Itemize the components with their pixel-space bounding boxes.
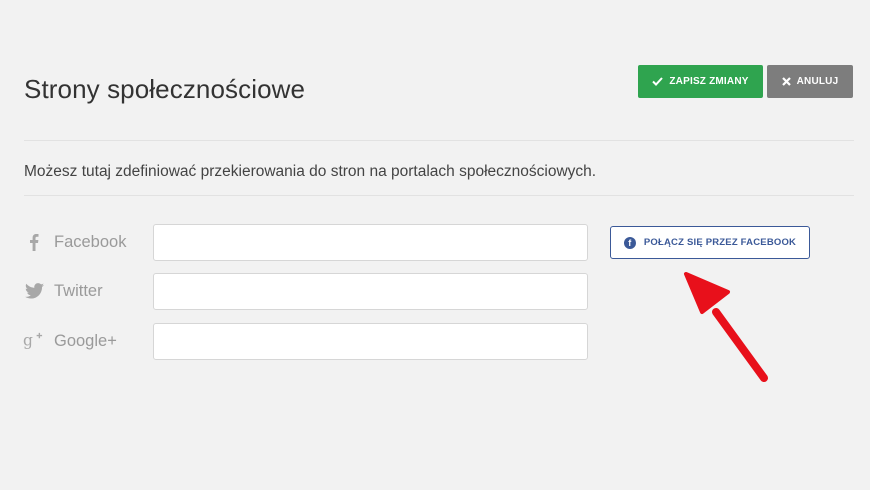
facebook-label: Facebook	[54, 233, 127, 251]
close-icon	[781, 77, 791, 86]
description-divider	[24, 195, 854, 196]
google-plus-icon: g	[23, 331, 43, 351]
twitter-row: Twitter	[24, 273, 594, 311]
description-text: Możesz tutaj zdefiniować przekierowania …	[24, 163, 597, 180]
save-button[interactable]: ZAPISZ ZMIANY	[638, 65, 763, 98]
google-plus-row: g Google+	[23, 323, 594, 361]
facebook-icon	[24, 232, 44, 252]
facebook-connect-button[interactable]: f POŁĄCZ SIĘ PRZEZ FACEBOOK	[610, 226, 810, 259]
save-button-label: ZAPISZ ZMIANY	[669, 76, 749, 87]
cancel-button-label: ANULUJ	[796, 76, 839, 87]
page-header: Strony społecznościowe ZAPISZ ZMIANY ANU…	[24, 62, 854, 122]
cancel-button[interactable]: ANULUJ	[767, 65, 853, 98]
check-icon	[652, 77, 664, 86]
twitter-icon	[24, 281, 44, 301]
facebook-circle-icon: f	[623, 236, 636, 249]
google-plus-url-input[interactable]	[153, 323, 588, 360]
facebook-url-input[interactable]	[153, 224, 588, 261]
header-divider	[24, 140, 854, 141]
google-plus-label: Google+	[54, 332, 117, 350]
twitter-label: Twitter	[54, 282, 103, 300]
svg-text:g: g	[23, 332, 33, 350]
twitter-url-input[interactable]	[153, 273, 588, 310]
facebook-connect-label: POŁĄCZ SIĘ PRZEZ FACEBOOK	[643, 237, 797, 248]
page-title: Strony społecznościowe	[24, 74, 306, 104]
annotation-arrow-icon	[684, 272, 768, 382]
facebook-row: Facebook	[24, 224, 594, 262]
